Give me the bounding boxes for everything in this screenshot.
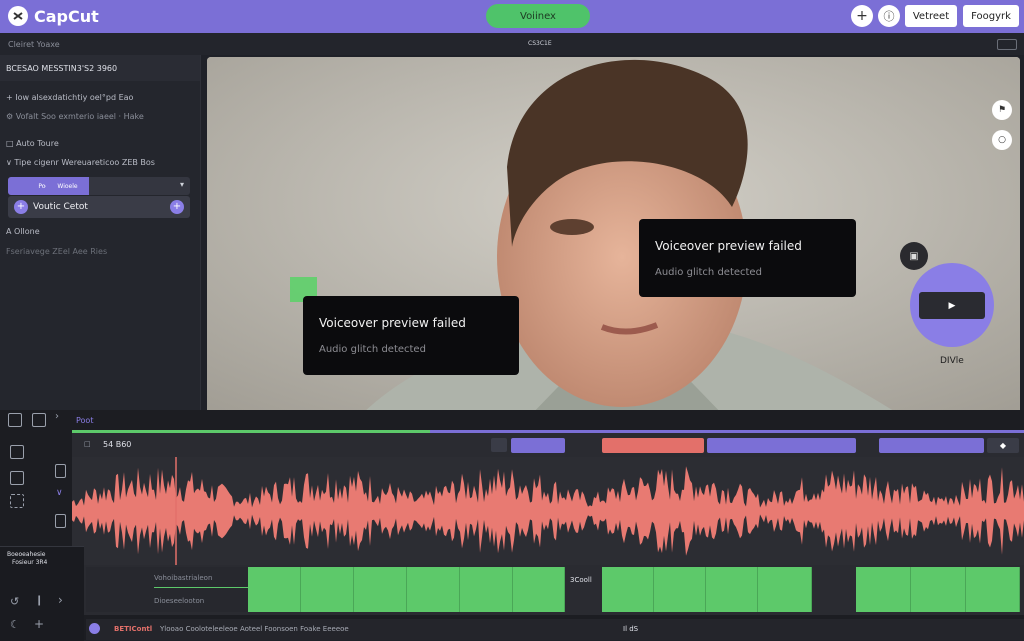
add-button[interactable]: +	[851, 5, 873, 27]
green-clip[interactable]	[301, 567, 354, 612]
track-label-2: Dioeseelooton	[154, 597, 205, 605]
top-bar: CapCut Voiinex + ⓘ Vetreet Foogyrk	[0, 0, 1024, 33]
sub-toolbar: Cleiret Yoaxe CS3C1E	[0, 33, 1024, 55]
square-icon: □	[6, 139, 17, 148]
clip-red[interactable]	[602, 438, 704, 453]
track-line	[154, 587, 248, 588]
panel-row-4[interactable]: Fseriavege ZEel Aee Ries	[6, 247, 107, 256]
pause-icon[interactable]: ❙	[35, 595, 43, 606]
track-label-3: 3Cooll	[570, 576, 592, 584]
green-clip[interactable]	[354, 567, 407, 612]
video-preview[interactable]: Voiceover preview failed Audio glitch de…	[207, 57, 1020, 419]
toast-title: Voiceover preview failed	[319, 316, 466, 330]
track-header: 54 B60	[103, 440, 132, 449]
chevron-icon[interactable]: ▾	[180, 180, 184, 189]
toast-subtitle: Audio glitch detected	[319, 344, 426, 355]
plus-icon: +	[6, 93, 16, 102]
status-dot-icon[interactable]	[89, 623, 100, 634]
diamond-icon[interactable]: ◆	[987, 438, 1019, 453]
side-label: DIVle	[940, 356, 964, 366]
timeline-label: Poot	[76, 416, 94, 425]
next-icon[interactable]: ›	[58, 593, 63, 607]
undo-icon[interactable]: ↺	[10, 595, 19, 608]
clip-purple-1[interactable]	[511, 438, 565, 453]
panel-row-3[interactable]: ∨ Tipe cigenr Wereuareticoo ZEB Bos	[6, 158, 155, 167]
green-clip[interactable]	[460, 567, 513, 612]
plus-icon[interactable]: +	[34, 617, 44, 631]
chevron-down-icon[interactable]: ∨	[56, 488, 63, 498]
toast-subtitle: Audio glitch detected	[655, 267, 762, 278]
green-clip[interactable]	[856, 567, 911, 612]
trash-icon[interactable]	[8, 413, 22, 427]
topbar-button-2[interactable]: Foogyrk	[963, 5, 1019, 27]
gear-icon: ⚙	[6, 112, 16, 121]
flag-icon[interactable]: ⚑	[992, 100, 1012, 120]
status-bar: BETIContl Ylooao Cooloteleeleoe Aoteel F…	[86, 619, 1024, 640]
moon-icon[interactable]: ☾	[10, 618, 20, 631]
error-toast-left: Voiceover preview failed Audio glitch de…	[303, 296, 519, 375]
clip-purple-2[interactable]	[707, 438, 856, 453]
app-logo[interactable]: CapCut	[8, 6, 99, 26]
subbar-left-label: Cleiret Yoaxe	[8, 40, 60, 49]
green-clip[interactable]	[966, 567, 1020, 612]
panel-header: BCESAO MESSTIN3'S2 3960	[0, 55, 200, 81]
green-track-label-area: Vohoibastrialeon Dioeseelooton	[86, 567, 248, 612]
play-icon[interactable]: ▶	[919, 292, 985, 319]
progress-accent-bar	[430, 430, 1024, 433]
topbar-button-1[interactable]: Vetreet	[905, 5, 957, 27]
plus-icon: +	[856, 8, 868, 24]
chevron-right-icon[interactable]: ›	[55, 411, 59, 422]
clip-purple-3[interactable]	[879, 438, 984, 453]
voice-label: Voutic Cetot	[33, 202, 88, 212]
info-button[interactable]: ⓘ	[878, 5, 900, 27]
capcut-logo-icon	[8, 6, 28, 26]
left-panel: BCESAO MESSTIN3'S2 3960 + Iow alsexdatic…	[0, 55, 201, 410]
add-voice-icon-right[interactable]: +	[170, 200, 184, 214]
media-icon[interactable]	[10, 471, 24, 485]
green-clip[interactable]	[758, 567, 812, 612]
audio-waveform[interactable]	[72, 457, 1024, 565]
track-label-1: Vohoibastrialeon	[154, 574, 213, 582]
green-clip[interactable]	[513, 567, 565, 612]
status-center: Ylooao Cooloteleeleoe Aoteel Foonsoen Fo…	[160, 625, 349, 633]
fullscreen-icon[interactable]	[997, 39, 1017, 50]
clip-icon[interactable]	[491, 438, 507, 452]
play-bubble[interactable]: ▶	[910, 263, 994, 347]
add-voice-icon[interactable]: +	[14, 200, 28, 214]
record-icon[interactable]: ○	[992, 130, 1012, 150]
voice-tabs: Poeme Wioele ▾	[8, 177, 190, 195]
voice-select-row[interactable]: + Voutic Cetot +	[8, 196, 190, 218]
green-clip[interactable]	[706, 567, 758, 612]
track-icon: □	[84, 440, 91, 448]
info-icon: ⓘ	[883, 10, 895, 23]
panel-sub: Fosieur 3R4	[12, 559, 48, 566]
frame-icon[interactable]	[10, 445, 24, 459]
panel-row-2[interactable]: ⚙ Vofalt Soo exmterio iaeel · Hake	[6, 112, 144, 121]
split-icon[interactable]	[32, 413, 46, 427]
effects-icon[interactable]	[10, 494, 24, 508]
subbar-center-label: CS3C1E	[528, 40, 552, 47]
mute-icon[interactable]	[55, 514, 66, 528]
error-toast-right: Voiceover preview failed Audio glitch de…	[639, 219, 856, 297]
export-pill-button[interactable]: Voiinex	[486, 4, 590, 28]
green-clip[interactable]	[248, 567, 301, 612]
green-clip[interactable]	[654, 567, 706, 612]
green-clip[interactable]	[602, 567, 654, 612]
app-name: CapCut	[34, 6, 99, 26]
status-left: BETIContl	[114, 625, 153, 633]
playback-panel: Boeoeahesie Fosieur 3R4 ↺ ❙ › ☾ +	[0, 546, 84, 641]
toast-title: Voiceover preview failed	[655, 239, 802, 253]
progress-green-bar	[72, 430, 430, 433]
tab-2[interactable]: Wioele	[46, 177, 89, 195]
section-auto-tone: □ Auto Toure	[6, 139, 59, 148]
section-a-online: A Ollone	[6, 227, 40, 236]
green-clip[interactable]	[911, 567, 966, 612]
stop-icon[interactable]: ▣	[900, 242, 928, 270]
panel-title: Boeoeahesie	[7, 551, 46, 558]
lock-icon[interactable]	[55, 464, 66, 478]
green-clip[interactable]	[407, 567, 460, 612]
panel-row-1[interactable]: + Iow alsexdatichtiy oel°pd Eao	[6, 93, 133, 102]
status-right: Il dS	[623, 625, 639, 633]
